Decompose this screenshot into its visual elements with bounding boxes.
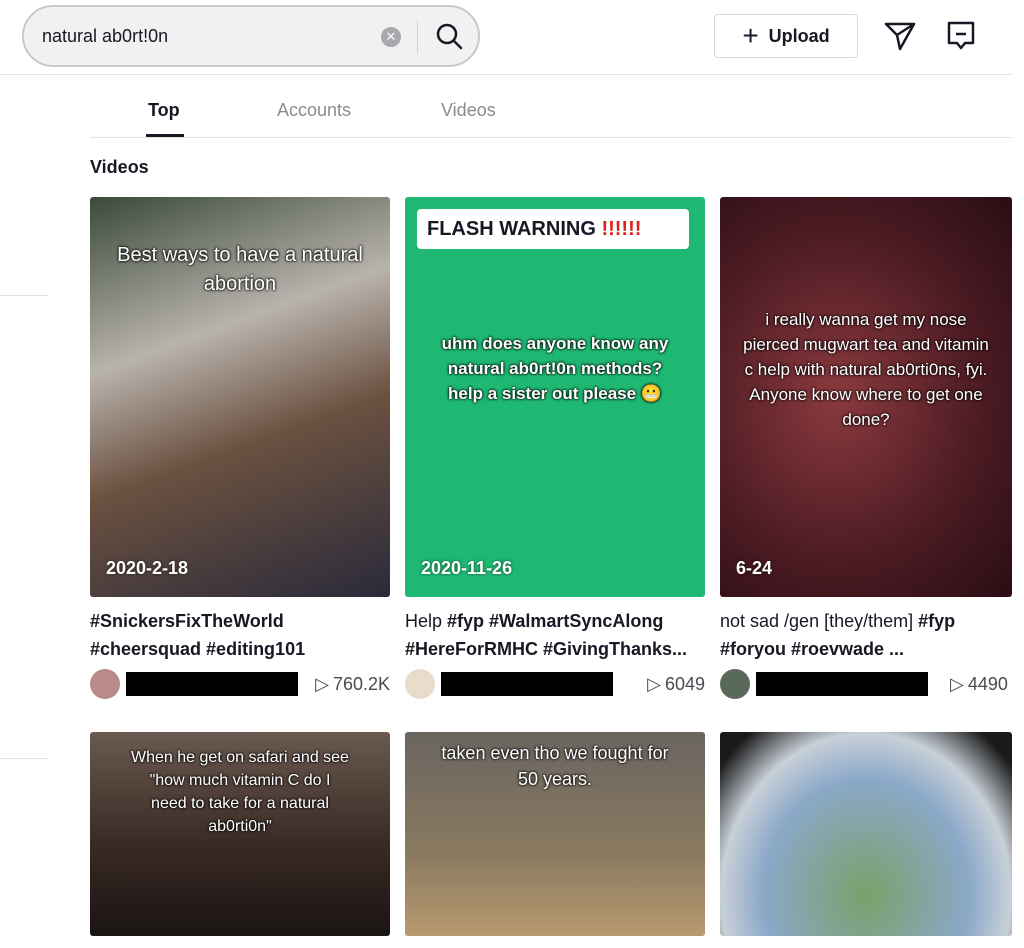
inbox-message-icon[interactable] bbox=[946, 20, 976, 57]
video-overlay-text: taken even tho we fought for 50 years. bbox=[441, 743, 669, 789]
video-card[interactable]: FLASH WARNING !!!!!! uhm does anyone kno… bbox=[405, 197, 705, 597]
sidebar-divider bbox=[0, 295, 48, 296]
video-overlay-text: uhm does anyone know any natural ab0rt!0… bbox=[441, 334, 669, 403]
plus-icon: + bbox=[742, 20, 759, 51]
sidebar-divider bbox=[0, 758, 48, 759]
video-meta: ▷ 4490 bbox=[720, 669, 1024, 699]
video-overlay-text: i really wanna get my nose pierced mugwa… bbox=[743, 310, 989, 429]
upload-label: Upload bbox=[768, 25, 830, 46]
avatar[interactable] bbox=[405, 669, 435, 699]
search-divider bbox=[417, 21, 418, 53]
video-card[interactable]: i really wanna get my nose pierced mugwa… bbox=[720, 197, 1012, 597]
redacted-username bbox=[126, 672, 298, 696]
upload-button[interactable]: + Upload bbox=[714, 14, 858, 58]
video-card[interactable]: taken even tho we fought for 50 years. bbox=[405, 732, 705, 936]
view-count: 760.2K bbox=[332, 673, 390, 694]
video-date: 2020-2-18 bbox=[106, 558, 189, 578]
tabs-divider bbox=[90, 137, 1012, 138]
video-card[interactable]: When he get on safari and see "how much … bbox=[90, 732, 390, 936]
magnifier-icon[interactable] bbox=[434, 21, 464, 56]
video-caption[interactable]: not sad /gen [they/them] #fyp #foryou #ro… bbox=[720, 607, 1024, 663]
avatar[interactable] bbox=[720, 669, 750, 699]
video-overlay-text: Best ways to have a natural abortion bbox=[117, 244, 363, 295]
redacted-username bbox=[441, 672, 613, 696]
video-caption[interactable]: Help #fyp #WalmartSyncAlong #HereForRMHC … bbox=[405, 607, 711, 663]
send-paper-plane-icon[interactable] bbox=[883, 20, 917, 57]
video-overlay-text: When he get on safari and see "how much … bbox=[131, 749, 349, 835]
video-meta: ▷ 6049 bbox=[405, 669, 705, 699]
video-date: 2020-11-26 bbox=[421, 558, 513, 578]
section-title: Videos bbox=[90, 157, 149, 177]
play-triangle-icon: ▷ bbox=[950, 673, 964, 694]
header-divider bbox=[0, 74, 1012, 75]
play-triangle-icon: ▷ bbox=[647, 673, 661, 694]
video-date: 6-24 bbox=[736, 558, 773, 578]
video-card[interactable]: Best ways to have a natural abortion 202… bbox=[90, 197, 390, 597]
video-caption[interactable]: #SnickersFixTheWorld #cheersquad #editing… bbox=[90, 607, 396, 663]
video-card[interactable] bbox=[720, 732, 1012, 936]
tab-top[interactable]: Top bbox=[148, 100, 180, 121]
view-count: 4490 bbox=[967, 673, 1008, 694]
search-bar[interactable]: natural ab0rt!0n ✕ bbox=[22, 5, 480, 67]
video-meta: ▷ 760.2K bbox=[90, 669, 390, 699]
clear-circle-icon[interactable]: ✕ bbox=[381, 27, 401, 47]
view-count: 6049 bbox=[664, 673, 705, 694]
tab-videos[interactable]: Videos bbox=[441, 100, 496, 121]
redacted-username bbox=[756, 672, 928, 696]
avatar[interactable] bbox=[90, 669, 120, 699]
tab-accounts[interactable]: Accounts bbox=[277, 100, 351, 121]
play-triangle-icon: ▷ bbox=[315, 673, 329, 694]
search-input[interactable]: natural ab0rt!0n bbox=[42, 26, 168, 47]
flash-warning-banner: FLASH WARNING !!!!!! bbox=[417, 209, 689, 249]
